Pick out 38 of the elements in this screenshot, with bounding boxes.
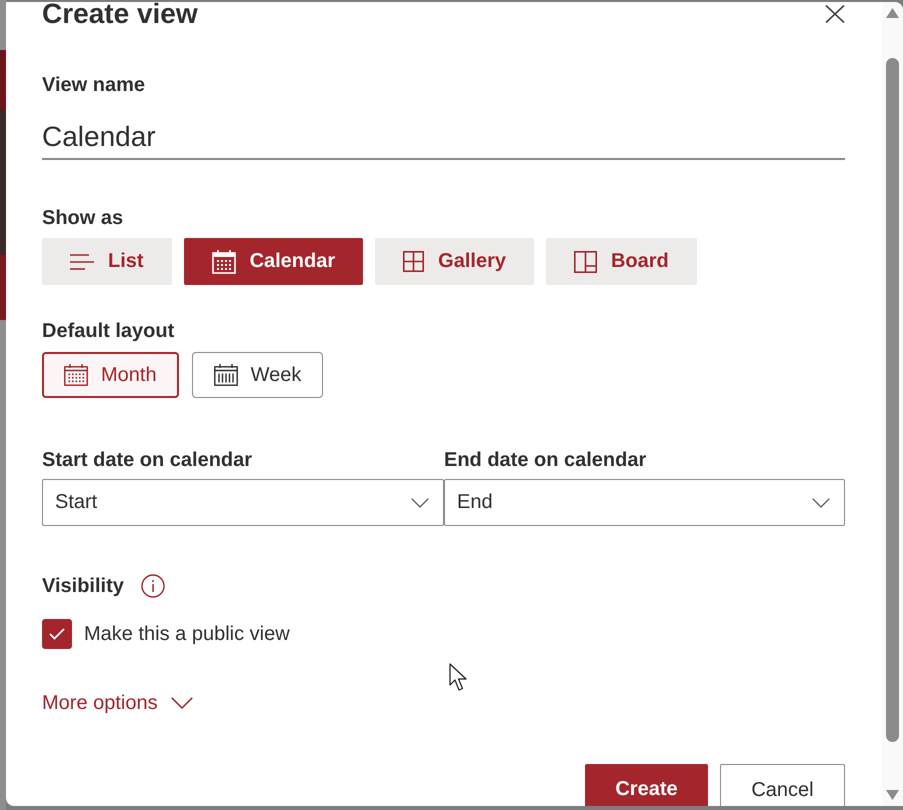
chevron-down-icon [170, 697, 193, 709]
create-button[interactable]: Create [585, 764, 708, 806]
info-icon[interactable] [140, 574, 165, 598]
chevron-down-icon [812, 498, 830, 508]
layout-option-button[interactable]: Month [42, 352, 179, 398]
view-type-button[interactable]: List [42, 238, 172, 285]
field-label: End date on calendar [444, 448, 648, 473]
cancel-button[interactable]: Cancel [720, 764, 845, 806]
view-name-field[interactable]: Calendar [42, 119, 845, 160]
scrollbar-thumb[interactable] [886, 58, 899, 742]
dialog-title: Create view [42, 2, 198, 26]
layout-option-button[interactable]: Week [192, 352, 324, 398]
pointer-cursor-icon [449, 663, 468, 691]
field-label: View name [42, 73, 146, 98]
chevron-down-icon [411, 498, 429, 508]
view-type-button[interactable]: Gallery [375, 238, 534, 285]
view-type-button[interactable]: Board [546, 238, 697, 285]
view-type-button[interactable]: Calendar [184, 238, 364, 285]
section-label: Show as [42, 206, 124, 231]
more-options-toggle[interactable]: More options [42, 689, 193, 717]
calendar-icon [64, 364, 88, 386]
date-dropdown[interactable]: Start [42, 479, 444, 526]
columns-icon [574, 250, 597, 272]
checkbox-label[interactable]: Make this a public view [84, 619, 290, 649]
field-label: Start date on calendar [42, 448, 254, 473]
date-dropdown[interactable]: End [444, 479, 845, 526]
checkbox[interactable] [42, 619, 72, 649]
calendar-icon [214, 364, 238, 386]
grid-icon [403, 251, 424, 272]
section-label: Default layout [42, 319, 176, 344]
calendar-icon [212, 250, 236, 274]
scroll-up-arrow-icon[interactable] [886, 8, 899, 18]
list-icon [70, 254, 94, 270]
scroll-down-arrow-icon[interactable] [886, 790, 899, 800]
section-label: Visibility [42, 574, 124, 599]
close-icon [825, 5, 845, 23]
close-button[interactable] [825, 5, 845, 23]
checkmark-icon [49, 628, 65, 640]
